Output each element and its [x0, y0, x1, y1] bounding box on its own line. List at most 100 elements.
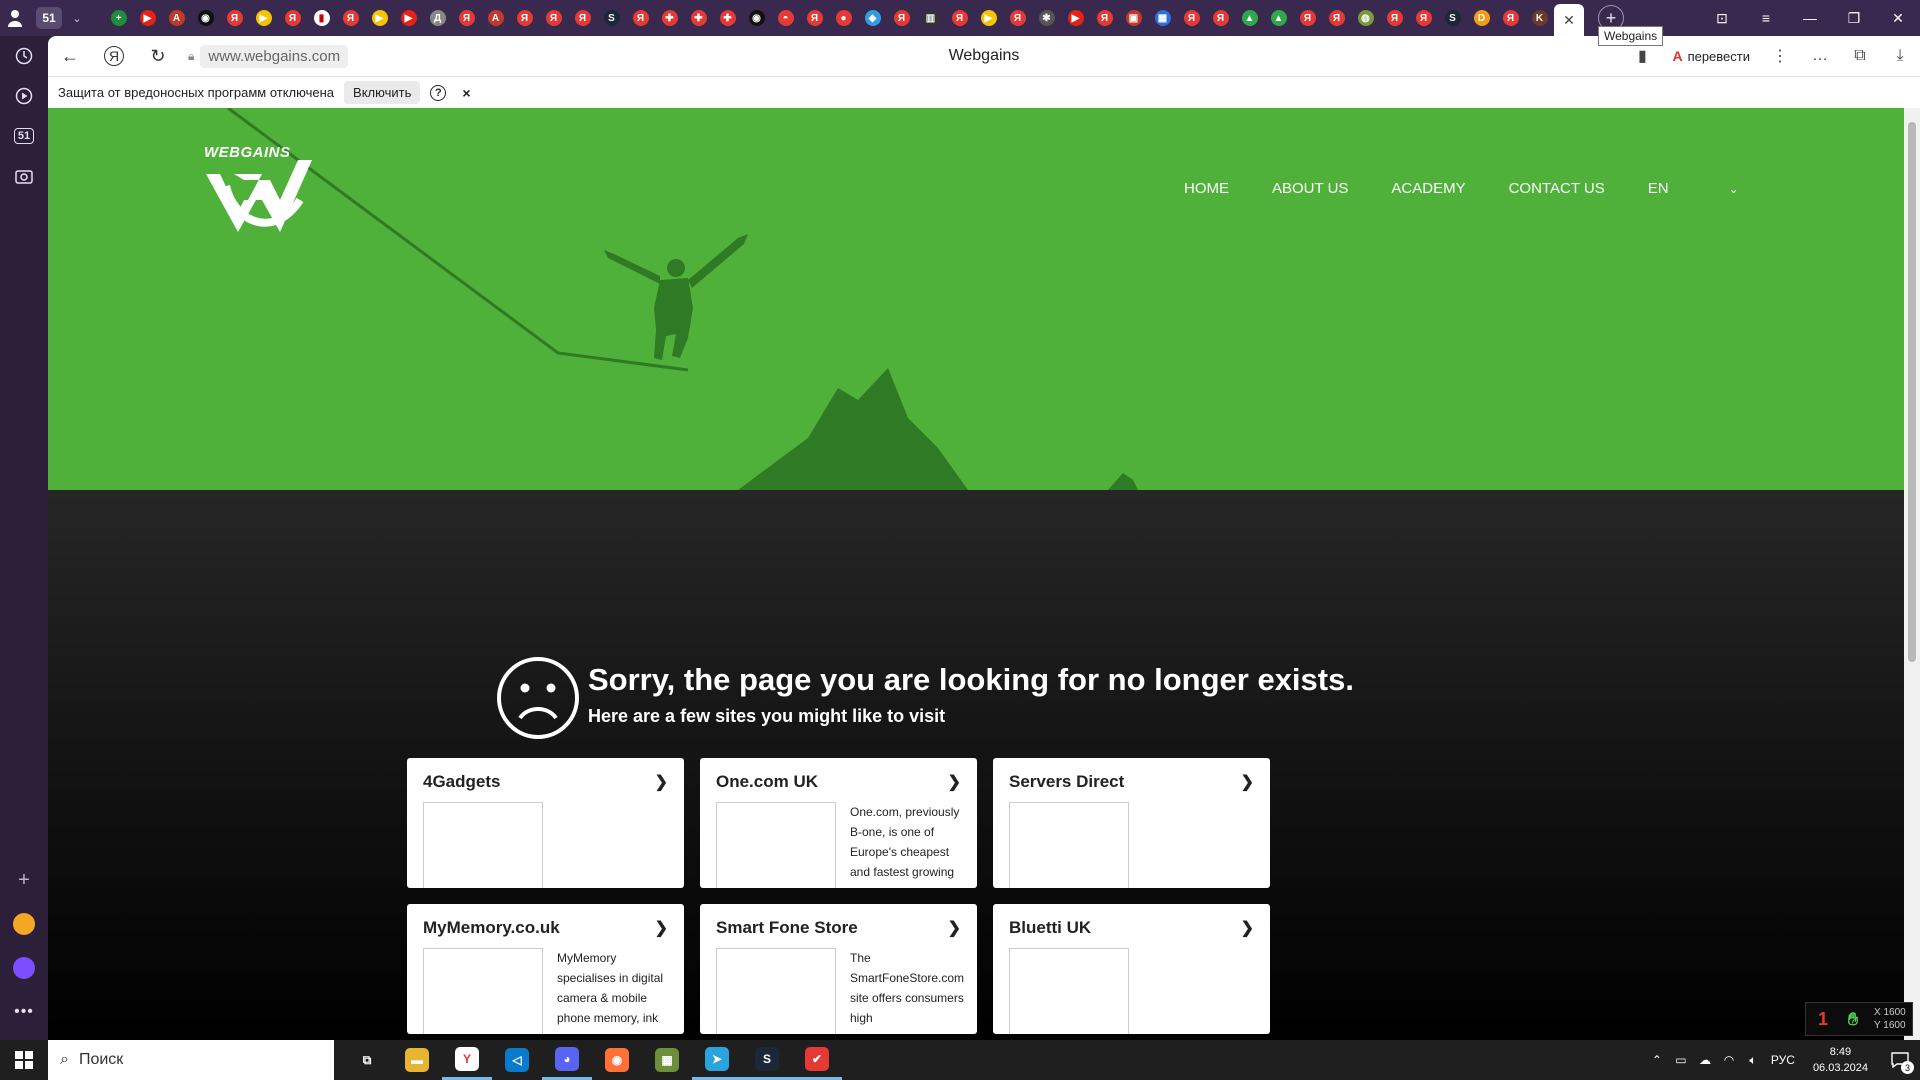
site-card[interactable]: Bluetti UK ❯ — [993, 904, 1270, 1034]
yandex-tab-icon[interactable]: Я — [336, 0, 365, 36]
drive-tab-icon[interactable]: ▲ — [1235, 0, 1264, 36]
alice-icon[interactable] — [0, 948, 48, 988]
steam-icon[interactable]: S — [742, 1040, 792, 1080]
yandex-tab-icon[interactable]: Я — [1090, 0, 1119, 36]
site-card[interactable]: Servers Direct ❯ — [993, 758, 1270, 888]
url-field[interactable]: 🔒︎ www.webgains.com — [188, 42, 349, 70]
map-pin-tab-icon[interactable]: ● — [829, 0, 858, 36]
yandex-browser-icon[interactable]: Y — [442, 1040, 492, 1080]
yandex-icon[interactable]: Я — [92, 36, 136, 76]
reload-button[interactable]: ↻ — [136, 36, 180, 76]
dzen-tab-icon[interactable]: Д — [423, 0, 452, 36]
building-tab-icon[interactable]: ▥ — [916, 0, 945, 36]
active-tab-close-button[interactable]: ✕ — [1554, 4, 1584, 36]
game-tab-icon[interactable]: ◍ — [1351, 0, 1380, 36]
help-icon[interactable]: ? — [430, 84, 447, 101]
yandex-tab-icon[interactable]: Я — [278, 0, 307, 36]
pokeball-tab-icon[interactable]: ◓ — [771, 0, 800, 36]
more-options-icon[interactable]: ⋮ — [1760, 36, 1800, 76]
github-tab-icon[interactable]: ◉ — [191, 0, 220, 36]
chevron-right-icon[interactable]: ❯ — [655, 772, 668, 792]
notification-icon[interactable]: 3 — [1880, 1040, 1920, 1080]
youtube-tab-icon[interactable]: ▶ — [394, 0, 423, 36]
drive-tab-icon[interactable]: ▲ — [1264, 0, 1293, 36]
doc-tab-icon[interactable]: ▮ — [307, 0, 336, 36]
yandex-tab-icon[interactable]: Я — [1322, 0, 1351, 36]
more-icon[interactable]: ••• — [0, 992, 48, 1032]
yandex-tab-icon[interactable]: Я — [220, 0, 249, 36]
youtube-tab-icon[interactable]: ▶ — [133, 0, 162, 36]
yandex-tab-icon[interactable]: Я — [626, 0, 655, 36]
add-panel-icon[interactable]: + — [0, 860, 48, 900]
chevron-right-icon[interactable]: ❯ — [948, 918, 961, 938]
player-tab-icon[interactable]: ▶ — [365, 0, 394, 36]
yandex-tab-icon[interactable]: Я — [887, 0, 916, 36]
nav-about-us[interactable]: ABOUT US — [1272, 180, 1348, 197]
chevron-right-icon[interactable]: ❯ — [948, 772, 961, 792]
minecraft-icon[interactable]: ▦ — [642, 1040, 692, 1080]
sheets-tab-icon[interactable]: + — [104, 0, 133, 36]
menu-icon[interactable]: ≡ — [1744, 0, 1788, 36]
task-view-icon[interactable]: ⧉ — [342, 1040, 392, 1080]
bookmarks-icon[interactable]: ⊡ — [1700, 0, 1744, 36]
yandex-tab-icon[interactable]: Я — [1293, 0, 1322, 36]
image-tab-icon[interactable]: ▣ — [1119, 0, 1148, 36]
discord-icon[interactable]: ◕ — [542, 1040, 592, 1080]
yandex-tab-icon[interactable]: Я — [1496, 0, 1525, 36]
steam-tab-icon[interactable]: S — [597, 0, 626, 36]
url-text[interactable]: www.webgains.com — [200, 44, 349, 68]
yandex-tab-icon[interactable]: Я — [1409, 0, 1438, 36]
profile-icon[interactable] — [0, 0, 30, 36]
mail-icon[interactable] — [0, 904, 48, 944]
yandex-tab-icon[interactable]: Я — [539, 0, 568, 36]
site-card[interactable]: Smart Fone Store ❯ The SmartFoneStore.com … — [700, 904, 977, 1034]
yandex-tab-icon[interactable]: Я — [800, 0, 829, 36]
chevron-down-icon[interactable]: ⌄ — [68, 12, 86, 25]
k-tab-icon[interactable]: K — [1525, 0, 1554, 36]
dribbble-tab-icon[interactable]: D — [1467, 0, 1496, 36]
page-scrollbar[interactable] — [1904, 108, 1920, 1040]
infobar-close-icon[interactable]: × — [462, 85, 470, 101]
windows-start-icon[interactable] — [0, 1040, 48, 1080]
yandex-tab-icon[interactable]: Я — [510, 0, 539, 36]
wifi-icon[interactable]: ◠ — [1717, 1053, 1741, 1067]
yandex-tab-icon[interactable]: Я — [1380, 0, 1409, 36]
cross-tab-icon[interactable]: ✚ — [684, 0, 713, 36]
vscode-icon[interactable]: ◁ — [492, 1040, 542, 1080]
yandex-tab-icon[interactable]: Я — [945, 0, 974, 36]
collections-icon[interactable]: ⧉ — [1840, 36, 1880, 76]
tab-count-icon[interactable]: 51 — [0, 116, 48, 156]
history-icon[interactable] — [0, 36, 48, 76]
app-tab-icon[interactable]: A — [481, 0, 510, 36]
yandex-tab-icon[interactable]: Я — [568, 0, 597, 36]
download-icon[interactable]: ⤓ — [1880, 36, 1920, 76]
yandex-tab-icon[interactable]: Я — [1003, 0, 1032, 36]
system-overlay-widget[interactable]: 1 ✋︎ X 1600 Y 1600 — [1805, 1002, 1913, 1036]
device-icon[interactable]: ▭ — [1669, 1053, 1693, 1067]
site-card[interactable]: One.com UK ❯ One.com, previously B-one, is… — [700, 758, 977, 888]
steam-tab-icon[interactable]: S — [1438, 0, 1467, 36]
puzzle-tab-icon[interactable]: ◆ — [858, 0, 887, 36]
nav-home[interactable]: HOME — [1184, 180, 1229, 197]
cloud-icon[interactable]: ☁︎ — [1693, 1053, 1717, 1067]
chevron-right-icon[interactable]: ❯ — [1241, 772, 1254, 792]
youtube-tab-icon[interactable]: ▶ — [1061, 0, 1090, 36]
input-language[interactable]: РУС — [1765, 1053, 1801, 1067]
restore-button[interactable]: ❐ — [1832, 0, 1876, 36]
chevron-right-icon[interactable]: ❯ — [655, 918, 668, 938]
back-button[interactable]: ← — [48, 36, 92, 76]
close-window-button[interactable]: ✕ — [1876, 0, 1920, 36]
site-card[interactable]: 4Gadgets ❯ — [407, 758, 684, 888]
ellipsis-icon[interactable]: … — [1800, 36, 1840, 76]
taskbar-search[interactable]: ⌕ Поиск — [48, 1040, 334, 1080]
site-card[interactable]: MyMemory.co.uk ❯ MyMemory specialises in d… — [407, 904, 684, 1034]
chevron-right-icon[interactable]: ❯ — [1241, 918, 1254, 938]
telegram-icon[interactable]: ➤ — [692, 1040, 742, 1080]
play-icon[interactable] — [0, 76, 48, 116]
yandex-tab-icon[interactable]: Я — [1206, 0, 1235, 36]
extension-tab-icon[interactable]: ✱ — [1032, 0, 1061, 36]
player-tab-icon[interactable]: ▶ — [249, 0, 278, 36]
screenshot-icon[interactable] — [0, 156, 48, 196]
tab-counter[interactable]: 51 — [36, 7, 62, 29]
file-explorer-icon[interactable]: ▬ — [392, 1040, 442, 1080]
